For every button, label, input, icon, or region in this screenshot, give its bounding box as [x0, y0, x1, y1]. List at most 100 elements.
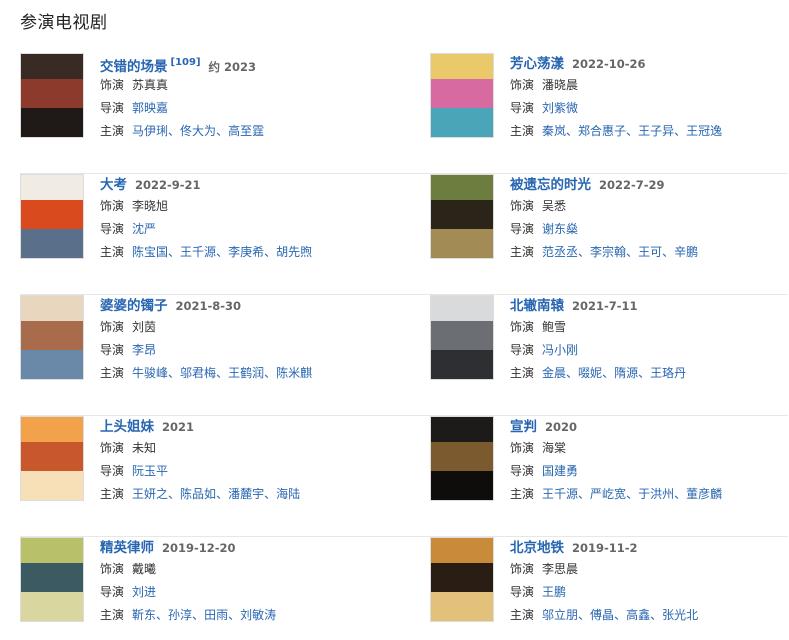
cast-member-link[interactable]: 陈宝国 [132, 245, 168, 259]
director-link[interactable]: 谢东燊 [542, 222, 578, 236]
cast-separator: 、 [228, 608, 241, 622]
show-title-link[interactable]: 精英律师 [100, 540, 154, 556]
cast-member-link[interactable]: 辛鹏 [674, 245, 698, 259]
role-value: 苏真真 [132, 78, 169, 92]
director-link[interactable]: 沈严 [132, 222, 156, 236]
cast-member-link[interactable]: 董彦麟 [686, 487, 722, 501]
poster-color-band [431, 107, 493, 137]
show-title-link[interactable]: 被遗忘的时光 [510, 177, 591, 193]
show-title-link[interactable]: 大考 [100, 177, 127, 193]
director-link[interactable]: 国建勇 [542, 464, 578, 478]
cast-member-link[interactable]: 严屹宽 [590, 487, 626, 501]
cast-separator: 、 [168, 245, 181, 259]
show-poster[interactable] [20, 537, 84, 622]
poster-color-band [21, 228, 83, 258]
director-link[interactable]: 李昂 [132, 343, 156, 357]
director-line: 导演 刘进 [100, 581, 390, 604]
show-title-link[interactable]: 上头姐妹 [100, 419, 154, 435]
cast-member-link[interactable]: 王珞丹 [650, 366, 686, 380]
cast-member-link[interactable]: 陈品如 [180, 487, 216, 501]
poster-color-band [21, 296, 83, 321]
director-link[interactable]: 郭映嘉 [132, 101, 168, 115]
cast-member-link[interactable]: 王可 [638, 245, 662, 259]
show-date: 2022-10-26 [572, 57, 646, 71]
cast-member-link[interactable]: 田雨 [204, 608, 228, 622]
show-poster[interactable] [20, 416, 84, 501]
cast-member-link[interactable]: 高至霆 [228, 124, 264, 138]
show-poster[interactable] [20, 53, 84, 138]
cast-member-link[interactable]: 胡先煦 [276, 245, 312, 259]
cast-member-link[interactable]: 王千源 [542, 487, 578, 501]
cast-label: 主演 [510, 608, 535, 622]
director-link[interactable]: 刘紫微 [542, 101, 578, 115]
cast-member-link[interactable]: 王妍之 [132, 487, 168, 501]
show-info: 芳心荡漾 2022-10-26 饰演 潘晓晨 导演 刘紫微 主演 秦岚、郑合惠子、王子异、王冠… [510, 52, 789, 143]
role-value: 海棠 [542, 441, 567, 455]
show-poster[interactable] [20, 174, 84, 259]
show-info: 婆婆的镯子 2021-8-30 饰演 刘茵 导演 李昂 主演 牛骏峰、邬君梅、王鹤润、陈米麒 [100, 294, 390, 385]
cast-member-link[interactable]: 陈米麒 [276, 366, 312, 380]
cast-member-link[interactable]: 金晨 [542, 366, 566, 380]
show-title-link[interactable]: 北京地铁 [510, 540, 564, 556]
cast-member-link[interactable]: 李庚希 [228, 245, 264, 259]
cast-member-link[interactable]: 隋源 [614, 366, 638, 380]
show-poster[interactable] [430, 295, 494, 380]
director-link[interactable]: 刘进 [132, 585, 156, 599]
role-label: 饰演 [510, 562, 535, 576]
cast-member-link[interactable]: 刘敏涛 [240, 608, 276, 622]
cast-member-link[interactable]: 王千源 [180, 245, 216, 259]
role-value: 刘茵 [132, 320, 157, 334]
show-date: 2022-9-21 [135, 178, 201, 192]
cast-separator: 、 [216, 366, 229, 380]
director-link[interactable]: 王鹏 [542, 585, 566, 599]
show-title-link[interactable]: 婆婆的镯子 [100, 298, 168, 314]
cast-member-link[interactable]: 海陆 [276, 487, 300, 501]
cast-member-link[interactable]: 郑合惠子 [578, 124, 626, 138]
cast-member-link[interactable]: 孙淳 [168, 608, 192, 622]
cast-line: 主演 范丞丞、李宗翰、王可、辛鹏 [510, 241, 789, 264]
cast-member-link[interactable]: 邬立朋 [542, 608, 578, 622]
cast-member-link[interactable]: 秦岚 [542, 124, 566, 138]
cast-member-link[interactable]: 潘麓宇 [228, 487, 264, 501]
show-info: 精英律师 2019-12-20 饰演 戴曦 导演 刘进 主演 靳东、孙淳、田雨、刘敏涛 [100, 536, 390, 627]
role-line: 饰演 未知 [100, 437, 390, 460]
cast-member-link[interactable]: 王冠逸 [686, 124, 722, 138]
show-title-link[interactable]: 北辙南辕 [510, 298, 564, 314]
cast-member-link[interactable]: 啜妮 [578, 366, 602, 380]
cast-label: 主演 [100, 608, 125, 622]
cast-member-link[interactable]: 王鹤润 [228, 366, 264, 380]
cast-member-link[interactable]: 马伊琍 [132, 124, 168, 138]
cast-separator: 、 [674, 124, 687, 138]
director-link[interactable]: 冯小刚 [542, 343, 578, 357]
title-line: 精英律师 2019-12-20 [100, 536, 390, 558]
role-line: 饰演 潘晓晨 [510, 74, 789, 97]
show-poster[interactable] [430, 53, 494, 138]
cast-line: 主演 马伊琍、佟大为、高至霆 [100, 120, 390, 143]
show-poster[interactable] [430, 416, 494, 501]
reference-link[interactable]: [109] [171, 57, 201, 68]
cast-member-link[interactable]: 王子异 [638, 124, 674, 138]
cast-member-link[interactable]: 高鑫 [626, 608, 650, 622]
show-title-link[interactable]: 芳心荡漾 [510, 56, 564, 72]
cast-member-link[interactable]: 傅晶 [590, 608, 614, 622]
show-title-link[interactable]: 宣判 [510, 419, 537, 435]
poster-color-band [431, 591, 493, 621]
cast-member-link[interactable]: 范丞丞 [542, 245, 578, 259]
role-label: 饰演 [510, 320, 535, 334]
poster-color-band [21, 562, 83, 592]
cast-member-link[interactable]: 佟大为 [180, 124, 216, 138]
cast-member-link[interactable]: 李宗翰 [590, 245, 626, 259]
director-link[interactable]: 阮玉平 [132, 464, 168, 478]
cast-member-link[interactable]: 邬君梅 [180, 366, 216, 380]
director-line: 导演 冯小刚 [510, 339, 789, 362]
cast-member-link[interactable]: 牛骏峰 [132, 366, 168, 380]
show-poster[interactable] [430, 537, 494, 622]
show-poster[interactable] [430, 174, 494, 259]
show-item: 北辙南辕 2021-7-11 饰演 鲍雪 导演 冯小刚 主演 金晨、啜妮、隋源、王珞丹 [430, 295, 789, 416]
show-poster[interactable] [20, 295, 84, 380]
show-title-link[interactable]: 交错的场景 [100, 59, 168, 75]
cast-member-link[interactable]: 靳东 [132, 608, 156, 622]
cast-line: 主演 金晨、啜妮、隋源、王珞丹 [510, 362, 789, 385]
cast-member-link[interactable]: 张光北 [662, 608, 698, 622]
cast-member-link[interactable]: 于洪州 [638, 487, 674, 501]
